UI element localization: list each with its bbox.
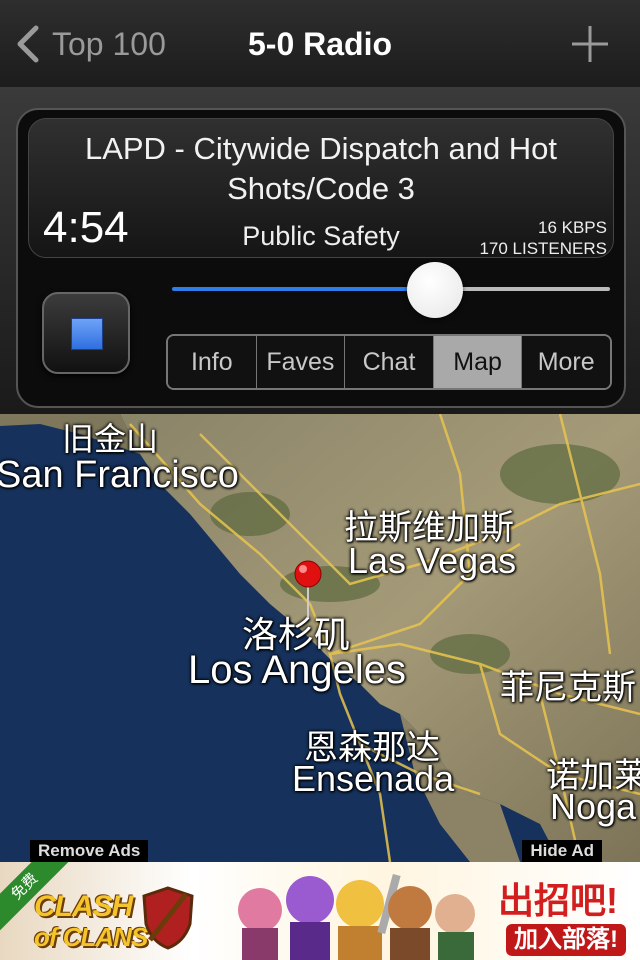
shield-icon xyxy=(142,886,194,950)
map-label-ensenada: Ensenada xyxy=(292,758,455,799)
volume-slider[interactable] xyxy=(172,260,610,320)
map-label-las-vegas: Las Vegas xyxy=(348,540,517,581)
map-label-phoenix-cn: 菲尼克斯 xyxy=(500,669,636,707)
page-title: 5-0 Radio xyxy=(247,26,393,62)
hide-ad-link[interactable]: Hide Ad xyxy=(522,840,602,862)
now-playing-info: LAPD - Citywide Dispatch and Hot Shots/C… xyxy=(28,118,614,258)
remove-ads-link[interactable]: Remove Ads xyxy=(30,840,149,862)
volume-slider-thumb[interactable] xyxy=(407,262,463,318)
ad-headline: 出招吧! xyxy=(498,880,618,921)
bitrate: 16 KBPS xyxy=(538,218,607,237)
tab-info[interactable]: Info xyxy=(168,336,257,388)
stop-icon xyxy=(71,318,103,350)
tab-faves[interactable]: Faves xyxy=(256,336,346,388)
map-label-san-francisco: San Francisco xyxy=(0,454,239,496)
ad-logo-line2: of CLANS xyxy=(34,922,148,952)
stop-button[interactable] xyxy=(42,292,130,374)
volume-track-filled xyxy=(172,287,435,291)
ad-cta-button[interactable]: 加入部落! xyxy=(506,924,626,956)
tab-chat[interactable]: Chat xyxy=(345,336,434,388)
tab-more[interactable]: More xyxy=(522,336,610,388)
navigation-bar: Top 100 5-0 Radio xyxy=(0,0,640,88)
player-frame: LAPD - Citywide Dispatch and Hot Shots/C… xyxy=(16,108,626,408)
player-tab-bar: Info Faves Chat Map More xyxy=(166,334,612,390)
add-icon[interactable] xyxy=(570,24,610,64)
ad-logo-line1: CLASH xyxy=(34,890,133,923)
stream-stats: 16 KBPS 170 LISTENERS xyxy=(479,217,607,259)
station-name: LAPD - Citywide Dispatch and Hot Shots/C… xyxy=(84,131,558,206)
player-panel: LAPD - Citywide Dispatch and Hot Shots/C… xyxy=(0,88,640,414)
ad-game-logo: CLASH of CLANS xyxy=(34,890,148,953)
listener-count: 170 LISTENERS xyxy=(479,239,607,258)
ad-banner[interactable]: 免费 CLASH of CLANS 出招吧! 加入部落! xyxy=(0,862,640,960)
location-pin-icon[interactable] xyxy=(292,560,324,620)
tab-map[interactable]: Map xyxy=(433,336,523,388)
map-label-los-angeles: Los Angeles xyxy=(188,648,406,692)
map-label-nogales: Noga xyxy=(550,786,637,827)
ad-characters-image xyxy=(238,873,475,960)
station-map[interactable]: 旧金山 San Francisco 拉斯维加斯 Las Vegas 洛杉矶 Lo… xyxy=(0,414,640,862)
